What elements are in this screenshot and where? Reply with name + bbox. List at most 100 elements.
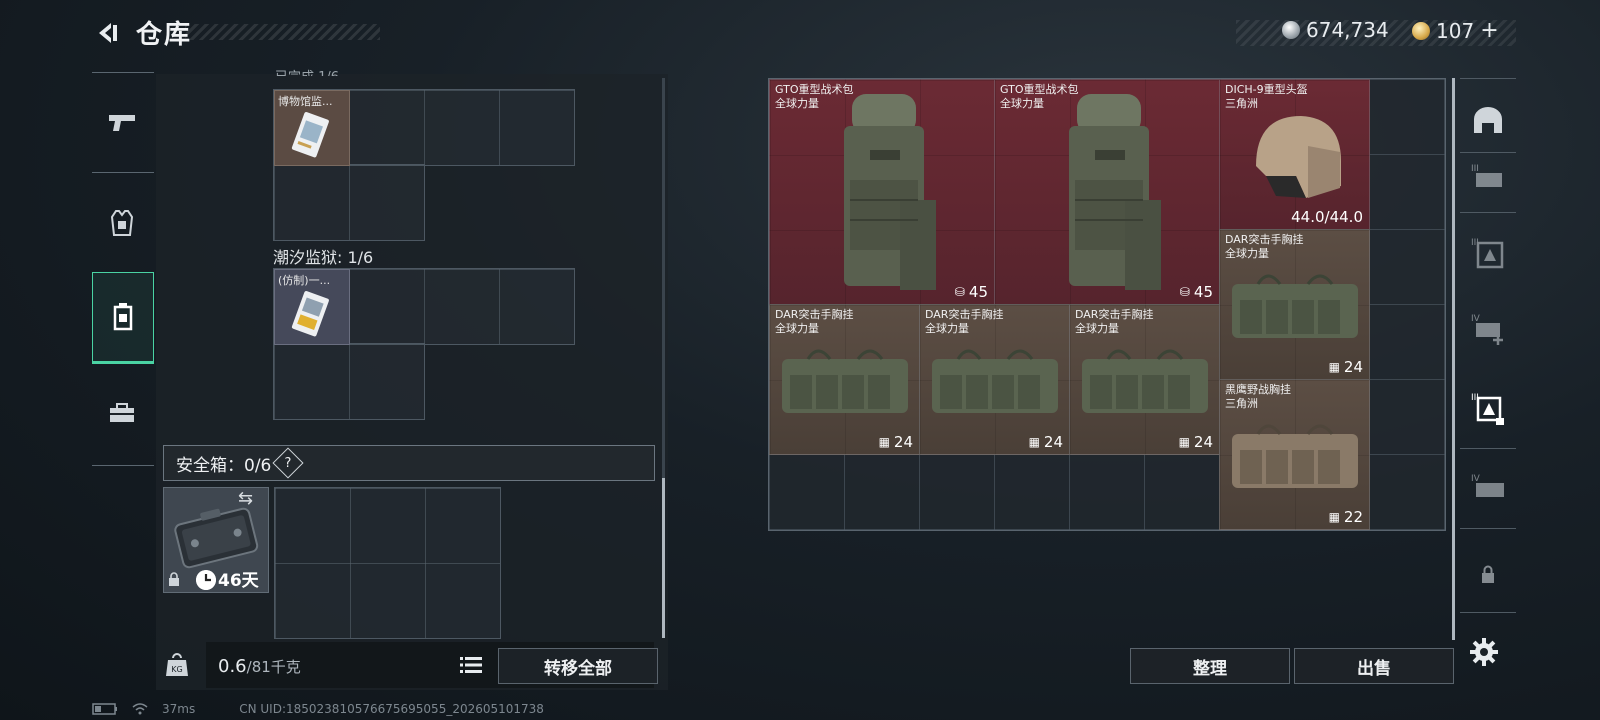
page-title: 仓库 [136, 20, 193, 50]
inventory-item[interactable]: DICH-9重型头盔 三角洲 44.0/44.0 [1219, 79, 1370, 230]
container-grid-2-row2[interactable] [273, 343, 425, 420]
title-decoration [185, 24, 380, 40]
sidebar-divider [1460, 448, 1516, 449]
item-name: DAR突击手胸挂 全球力量 [1225, 233, 1304, 260]
weight-capacity: /81千克 [246, 658, 301, 676]
section2-label: 潮汐监狱: 1/6 [273, 248, 374, 267]
backpack-image [1069, 94, 1161, 290]
list-view-button[interactable] [456, 650, 486, 680]
inventory-item[interactable]: DAR突击手胸挂 全球力量 ▦ 24 [769, 304, 920, 455]
wifi-icon [132, 703, 148, 715]
rig-iv-add-icon: IV [1471, 314, 1503, 345]
svg-text:IV: IV [1471, 314, 1481, 324]
backpack-image [844, 94, 936, 290]
helmet-icon [1474, 107, 1502, 133]
rig-iii-lock-icon: III [1471, 393, 1504, 425]
inventory-item[interactable]: DAR突击手胸挂 全球力量 ▦ 24 [1219, 229, 1370, 380]
item-capacity-value: ▦ 24 [1178, 433, 1213, 451]
inventory-item[interactable]: DAR突击手胸挂 全球力量 ▦ 24 [919, 304, 1070, 455]
slots-icon: ▦ [1178, 435, 1190, 449]
item-name: DAR突击手胸挂 全球力量 [1075, 308, 1154, 335]
weight-kg-icon: KG [166, 653, 188, 676]
sidebar-divider [1460, 78, 1516, 79]
tab-armor[interactable] [92, 178, 152, 268]
item-name: 博物馆监... [278, 95, 333, 108]
filter-rig-iii-locked[interactable]: III [1464, 378, 1512, 438]
svg-text:KG: KG [171, 665, 182, 674]
ping-value: 37ms [162, 702, 196, 716]
swap-icon[interactable]: ⇆ [238, 488, 253, 509]
weight-value: 0.6 [218, 656, 247, 677]
sidebar-divider [1460, 212, 1516, 213]
sort-button[interactable]: 整理 [1130, 648, 1290, 684]
silver-currency: 674,734 [1282, 18, 1389, 42]
chest-rig-image [932, 349, 1058, 413]
gold-currency[interactable]: 107 + [1412, 18, 1499, 43]
lock-icon [1482, 565, 1494, 583]
pistol-icon [109, 115, 135, 131]
filter-locked[interactable] [1464, 544, 1512, 604]
container-icon [113, 303, 133, 331]
status-bar: 37ms CN UID:1850238105766756950​55_20260… [92, 702, 544, 716]
item-name: DAR突击手胸挂 全球力量 [925, 308, 1004, 335]
help-icon[interactable]: ? [272, 447, 304, 479]
filter-armor-iii[interactable]: III [1464, 146, 1512, 206]
item-name: (仿制)一... [278, 274, 331, 287]
slots-icon: ▦ [878, 435, 890, 449]
tab-weapons[interactable] [92, 78, 152, 168]
item-card[interactable]: 博物馆监... [274, 90, 350, 166]
chest-rig-image [782, 349, 908, 413]
filter-armor-iv[interactable]: IV [1464, 456, 1512, 516]
sidebar-divider [1460, 612, 1516, 613]
armor-iv-icon: IV [1471, 474, 1504, 497]
sell-button[interactable]: 出售 [1294, 648, 1454, 684]
silver-amount: 674,734 [1306, 18, 1389, 42]
item-capacity-value: ▦ 24 [1328, 358, 1363, 376]
slots-icon: ▦ [1328, 360, 1340, 374]
item-name: DAR突击手胸挂 全球力量 [775, 308, 854, 335]
svg-text:IV: IV [1471, 474, 1481, 484]
inventory-item[interactable]: GTO重型战术包 全球力量 ⛁ 45 [769, 79, 995, 305]
svg-text:III: III [1471, 164, 1479, 174]
tab-divider [92, 465, 154, 466]
inventory-scrollbar[interactable] [1452, 78, 1455, 640]
tab-divider [92, 72, 154, 73]
gear-icon [1470, 638, 1498, 666]
list-icon [460, 657, 482, 673]
tab-toolbox[interactable] [92, 368, 152, 458]
filter-helmet[interactable] [1464, 90, 1512, 150]
add-gold-button[interactable]: + [1480, 18, 1498, 43]
weight-icon: ⛁ [954, 285, 965, 299]
item-name: 黑鹰野战胸挂 三角洲 [1225, 383, 1291, 410]
slots-icon: ▦ [1028, 435, 1040, 449]
safebox-grid[interactable] [274, 487, 501, 639]
inventory-item[interactable]: GTO重型战术包 全球力量 ⛁ 45 [994, 79, 1220, 305]
gold-amount: 107 [1436, 18, 1475, 43]
tab-divider [92, 172, 154, 173]
item-capacity-value: ▦ 22 [1328, 508, 1363, 526]
clock-icon [196, 570, 216, 590]
safe-case-icon [174, 507, 259, 569]
slots-icon: ▦ [1328, 510, 1340, 524]
left-scrollbar-thumb[interactable] [662, 478, 665, 638]
inventory-item[interactable]: 黑鹰野战胸挂 三角洲 ▦ 22 [1219, 379, 1370, 530]
item-capacity-value: ▦ 24 [878, 433, 913, 451]
transfer-all-button[interactable]: 转移全部 [498, 648, 658, 684]
item-card[interactable]: (仿制)一... [274, 269, 350, 345]
keycard-icon [291, 291, 329, 337]
filter-rig-iv[interactable]: IV [1464, 298, 1512, 358]
silver-coin-icon [1282, 21, 1300, 39]
battery-icon [92, 703, 117, 715]
chest-rig-image [1232, 424, 1358, 488]
safebox-label: 安全箱：0/6 [176, 455, 272, 476]
section1-label: 已完成 1/6 [275, 66, 339, 76]
filter-rig-iii[interactable]: III [1464, 222, 1512, 282]
safebox-header: 安全箱：0/6 ? [163, 445, 655, 481]
back-button[interactable] [90, 16, 124, 50]
settings-button[interactable] [1466, 634, 1502, 670]
player-uid: CN UID:1850238105766756950​55_2026051017… [239, 702, 544, 716]
back-arrow-icon [99, 23, 117, 43]
container-grid-1-row2[interactable] [273, 164, 425, 241]
tab-containers[interactable] [92, 272, 154, 364]
inventory-item[interactable]: DAR突击手胸挂 全球力量 ▦ 24 [1069, 304, 1220, 455]
